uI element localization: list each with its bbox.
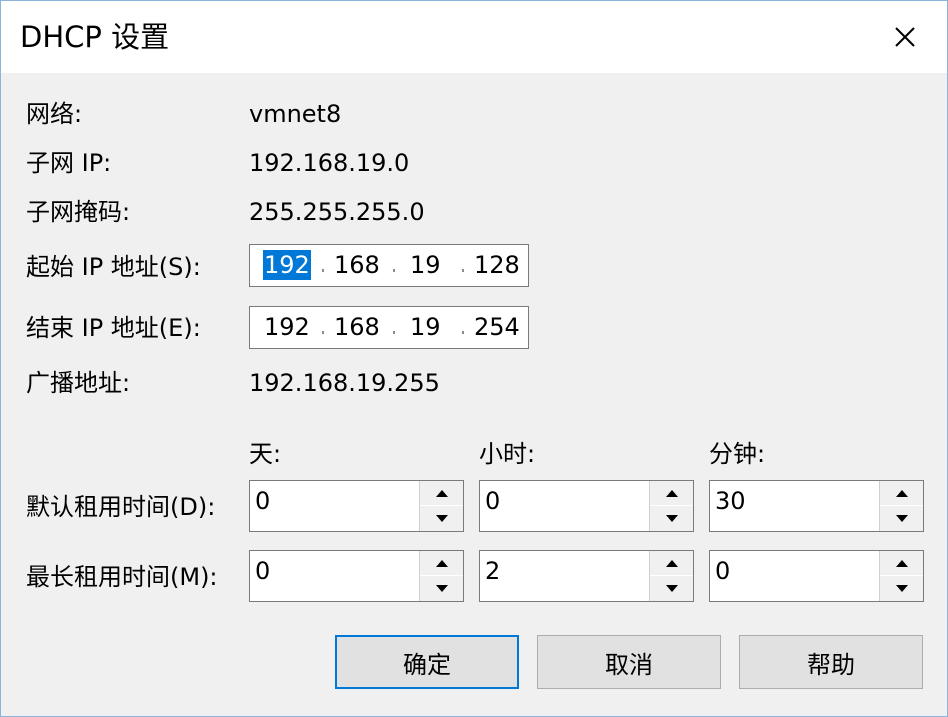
default-lease-label: 默认租用时间(D):	[26, 493, 216, 521]
end-ip-octet-3[interactable]: 19	[410, 312, 441, 342]
decrement-button[interactable]	[650, 506, 693, 531]
max-lease-days-stepper[interactable]: 0	[249, 550, 464, 602]
subnet-mask-label: 子网掩码:	[26, 198, 131, 226]
increment-button[interactable]	[420, 481, 463, 506]
arrow-up-icon	[665, 559, 678, 567]
arrow-up-icon	[435, 559, 448, 567]
decrement-button[interactable]	[880, 576, 923, 601]
default-lease-hours-value[interactable]: 0	[485, 486, 500, 516]
dhcp-settings-dialog: DHCP 设置 网络: vmnet8 子网 IP: 192.168.19.0 子…	[0, 0, 948, 717]
end-ip-field[interactable]: 192 168 19 254	[249, 306, 529, 349]
arrow-up-icon	[435, 489, 448, 497]
octet-separator	[462, 331, 464, 334]
start-ip-octet-3[interactable]: 19	[410, 250, 441, 280]
help-button[interactable]: 帮助	[739, 635, 923, 689]
decrement-button[interactable]	[880, 506, 923, 531]
increment-button[interactable]	[880, 481, 923, 506]
hours-header: 小时:	[479, 440, 536, 468]
arrow-down-icon	[665, 515, 678, 522]
max-lease-hours-value[interactable]: 2	[485, 556, 500, 586]
increment-button[interactable]	[880, 551, 923, 576]
close-icon	[895, 27, 915, 47]
spin-buttons	[649, 481, 693, 531]
arrow-down-icon	[895, 585, 908, 592]
subnet-mask-value: 255.255.255.0	[249, 198, 425, 226]
arrow-down-icon	[895, 515, 908, 522]
end-ip-octet-4[interactable]: 254	[474, 312, 520, 342]
ok-button[interactable]: 确定	[335, 635, 519, 689]
octet-separator	[322, 269, 324, 272]
network-value: vmnet8	[249, 100, 342, 128]
start-ip-label: 起始 IP 地址(S):	[26, 253, 201, 281]
spin-buttons	[419, 481, 463, 531]
max-lease-days-value[interactable]: 0	[255, 556, 270, 586]
octet-separator	[462, 269, 464, 272]
days-header: 天:	[249, 440, 282, 468]
subnet-ip-label: 子网 IP:	[26, 149, 112, 177]
cancel-button[interactable]: 取消	[537, 635, 721, 689]
arrow-up-icon	[665, 489, 678, 497]
end-ip-octet-2[interactable]: 168	[334, 312, 380, 342]
decrement-button[interactable]	[420, 506, 463, 531]
increment-button[interactable]	[650, 551, 693, 576]
arrow-down-icon	[435, 585, 448, 592]
decrement-button[interactable]	[650, 576, 693, 601]
octet-separator	[393, 331, 395, 334]
max-lease-label: 最长租用时间(M):	[26, 563, 218, 591]
minutes-header: 分钟:	[709, 440, 766, 468]
spin-buttons	[879, 551, 923, 601]
subnet-ip-value: 192.168.19.0	[249, 149, 410, 177]
end-ip-octet-1[interactable]: 192	[264, 312, 310, 342]
close-button[interactable]	[881, 15, 929, 59]
max-lease-minutes-value[interactable]: 0	[715, 556, 730, 586]
dialog-title: DHCP 设置	[20, 20, 170, 54]
start-ip-field[interactable]: 192 168 19 128	[249, 244, 529, 287]
increment-button[interactable]	[650, 481, 693, 506]
start-ip-octet-1[interactable]: 192	[263, 250, 311, 280]
title-bar: DHCP 设置	[1, 1, 947, 73]
default-lease-days-value[interactable]: 0	[255, 486, 270, 516]
default-lease-days-stepper[interactable]: 0	[249, 480, 464, 532]
default-lease-minutes-stepper[interactable]: 30	[709, 480, 924, 532]
spin-buttons	[419, 551, 463, 601]
broadcast-value: 192.168.19.255	[249, 369, 440, 397]
octet-separator	[322, 331, 324, 334]
max-lease-hours-stepper[interactable]: 2	[479, 550, 694, 602]
network-label: 网络:	[26, 100, 83, 128]
spin-buttons	[879, 481, 923, 531]
arrow-up-icon	[895, 489, 908, 497]
start-ip-octet-4[interactable]: 128	[474, 250, 520, 280]
broadcast-label: 广播地址:	[26, 369, 131, 397]
end-ip-label: 结束 IP 地址(E):	[26, 314, 201, 342]
increment-button[interactable]	[420, 551, 463, 576]
spin-buttons	[649, 551, 693, 601]
start-ip-octet-2[interactable]: 168	[334, 250, 380, 280]
default-lease-hours-stepper[interactable]: 0	[479, 480, 694, 532]
arrow-up-icon	[895, 559, 908, 567]
arrow-down-icon	[435, 515, 448, 522]
octet-separator	[393, 269, 395, 272]
default-lease-minutes-value[interactable]: 30	[715, 486, 746, 516]
decrement-button[interactable]	[420, 576, 463, 601]
max-lease-minutes-stepper[interactable]: 0	[709, 550, 924, 602]
arrow-down-icon	[665, 585, 678, 592]
